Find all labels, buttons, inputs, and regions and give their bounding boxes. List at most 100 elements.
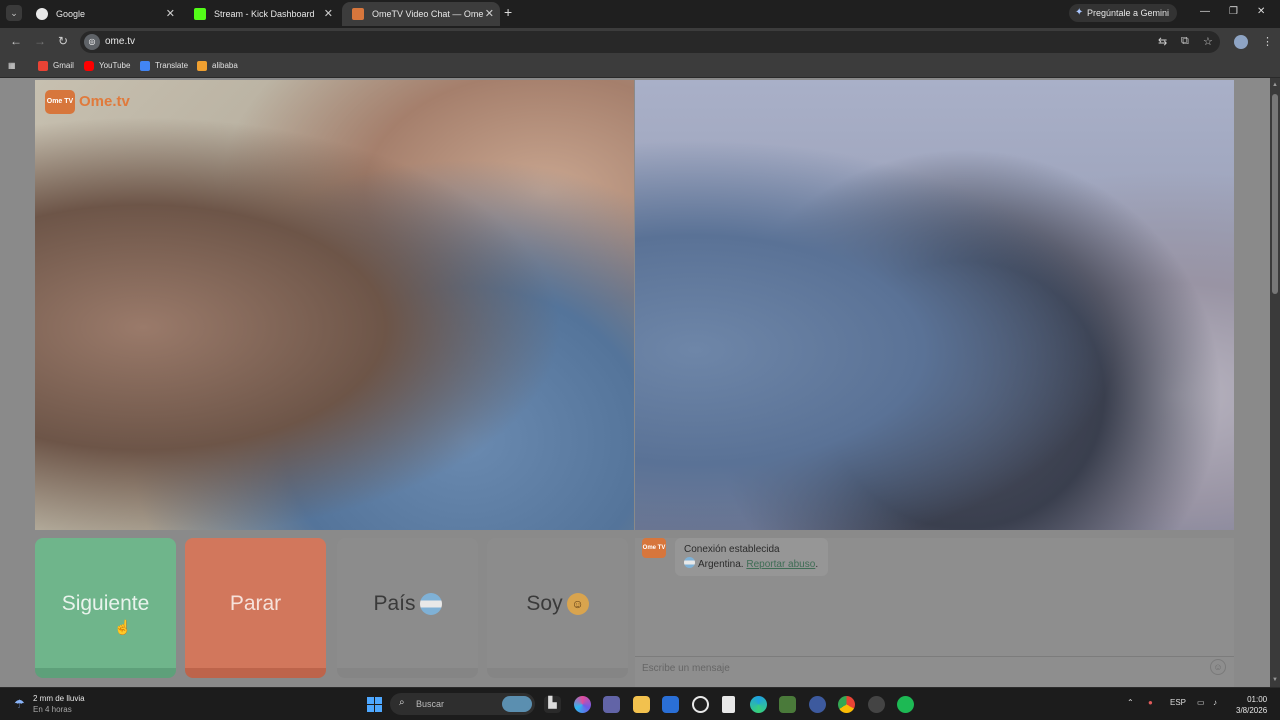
- next-button[interactable]: Siguiente: [35, 538, 176, 678]
- scroll-up-icon[interactable]: ▲: [1272, 82, 1278, 88]
- country-button-label: País: [373, 592, 416, 615]
- close-icon[interactable]: ✕: [166, 2, 175, 26]
- forward-icon[interactable]: →: [34, 34, 46, 48]
- obs-icon[interactable]: [868, 696, 885, 713]
- report-suffix: .: [815, 559, 819, 570]
- tab-strip: ⌄ Google ✕ Stream - Kick Dashboard ✕ Ome…: [0, 0, 1280, 28]
- task-view-icon[interactable]: ▙: [544, 696, 561, 713]
- profile-avatar[interactable]: [1234, 35, 1248, 49]
- ometv-icon: [352, 8, 364, 20]
- copilot-icon[interactable]: [574, 696, 591, 713]
- teams-icon[interactable]: [603, 696, 620, 713]
- chat-divider: [635, 656, 1234, 657]
- gemini-label: Pregúntale a Gemini: [1087, 8, 1170, 18]
- site-info-icon[interactable]: ◎: [84, 34, 100, 50]
- spotify-icon[interactable]: [897, 696, 914, 713]
- translate-icon[interactable]: ⇆: [1158, 35, 1167, 48]
- stop-button-label: Parar: [229, 592, 282, 615]
- edge-icon[interactable]: [750, 696, 767, 713]
- file-explorer-icon[interactable]: [633, 696, 650, 713]
- minimize-icon[interactable]: —: [1200, 6, 1210, 17]
- clock-time: 01:00: [1247, 695, 1268, 704]
- system-clock[interactable]: 01:00 3/8/2026: [1236, 694, 1267, 716]
- bookmarks-bar: ▦ Gmail YouTube Translate alibaba: [0, 56, 1280, 78]
- page-scrollbar[interactable]: ▲ ▼: [1270, 78, 1280, 687]
- bookmark-label: Translate: [155, 61, 189, 70]
- apps-grid-icon[interactable]: ▦: [8, 61, 16, 70]
- gender-button-label: Soy: [526, 592, 563, 615]
- tab-search-button[interactable]: ⌄: [6, 5, 22, 21]
- translate-app-icon: [140, 61, 150, 71]
- gmail-icon: [38, 61, 48, 71]
- kick-icon: [194, 8, 206, 20]
- tray-chevron-icon[interactable]: ⌃: [1127, 698, 1134, 707]
- tab-kick[interactable]: Stream - Kick Dashboard ✕: [184, 2, 339, 26]
- rain-icon: ☂: [14, 697, 25, 711]
- country-name: Argentina.: [698, 559, 744, 570]
- back-icon[interactable]: ←: [10, 34, 22, 48]
- bookmark-gmail[interactable]: Gmail: [38, 61, 74, 71]
- weather-summary: 2 mm de lluvia: [33, 694, 85, 703]
- restore-icon[interactable]: ❐: [1229, 6, 1238, 17]
- tab-ometv[interactable]: OmeTV Video Chat — Ome ✕: [342, 2, 500, 26]
- bookmark-alibaba[interactable]: alibaba: [197, 61, 238, 71]
- stop-button[interactable]: Parar: [185, 538, 326, 678]
- report-abuse-link[interactable]: Reportar abuso: [746, 559, 815, 570]
- install-app-icon[interactable]: ⧉: [1181, 35, 1189, 48]
- speaker-icon[interactable]: ♪: [1213, 698, 1217, 707]
- hand-cursor-icon: ☝: [114, 619, 132, 635]
- tab-google[interactable]: Google ✕: [26, 2, 181, 26]
- browser-toolbar: ← → ↻ ◎ ome.tv ⇆ ⧉ ☆ ⋮: [0, 28, 1280, 56]
- page-viewport: Ome TV Ome.tv Siguiente Parar País Soy ☺ …: [0, 78, 1270, 687]
- new-tab-icon[interactable]: +: [504, 4, 512, 20]
- close-icon[interactable]: ✕: [324, 2, 333, 26]
- window-close-icon[interactable]: ✕: [1257, 6, 1265, 17]
- connection-status: Conexión establecida: [684, 544, 780, 555]
- notepad-icon[interactable]: [722, 696, 735, 713]
- url-text: ome.tv: [105, 36, 136, 47]
- search-icon: ⌕: [399, 697, 405, 708]
- system-message: Conexión establecida Argentina. Reportar…: [675, 538, 829, 576]
- bookmark-label: YouTube: [99, 61, 131, 70]
- search-highlight-icon: [502, 696, 532, 712]
- tab-title: Stream - Kick Dashboard: [214, 9, 315, 19]
- menu-dots-icon[interactable]: ⋮: [1262, 35, 1273, 48]
- next-button-label: Siguiente: [61, 592, 150, 615]
- windows-start-icon[interactable]: [367, 697, 382, 712]
- taskbar-search[interactable]: ⌕ Buscar: [390, 693, 535, 715]
- logo-text: Ome.tv: [79, 93, 130, 110]
- gemini-button[interactable]: ✦ Pregúntale a Gemini: [1069, 4, 1178, 22]
- settings-gear-icon[interactable]: [809, 696, 826, 713]
- google-icon: [36, 8, 48, 20]
- gender-button[interactable]: Soy ☺: [487, 538, 628, 678]
- sparkle-icon: ✦: [1075, 7, 1084, 18]
- clock-date: 3/8/2026: [1236, 706, 1268, 715]
- weather-detail: En 4 horas: [33, 705, 72, 714]
- scrollbar-thumb[interactable]: [1272, 94, 1278, 294]
- reload-icon[interactable]: ↻: [58, 34, 68, 48]
- search-placeholder: Buscar: [416, 699, 445, 709]
- bookmark-youtube[interactable]: YouTube: [84, 61, 131, 71]
- tab-title: OmeTV Video Chat — Ome: [372, 9, 484, 19]
- chrome-icon[interactable]: [838, 696, 855, 713]
- monitor-icon[interactable]: ▭: [1197, 698, 1205, 707]
- local-video: [635, 80, 1234, 530]
- bookmark-star-icon[interactable]: ☆: [1203, 35, 1213, 48]
- language-indicator[interactable]: ESP: [1170, 698, 1186, 707]
- windows-taskbar: ☂ 2 mm de lluvia En 4 horas ⌕ Buscar ▙ ⌃…: [0, 687, 1280, 720]
- microphone-icon[interactable]: ●: [1148, 698, 1153, 707]
- address-bar[interactable]: ◎ ome.tv: [80, 31, 1220, 53]
- bookmark-translate[interactable]: Translate: [140, 61, 189, 71]
- country-button[interactable]: País: [337, 538, 478, 678]
- bookmark-label: alibaba: [212, 61, 238, 70]
- argentina-flag-icon: [684, 557, 695, 568]
- emoji-icon[interactable]: ☺: [1210, 659, 1226, 675]
- argentina-flag-icon: [419, 593, 442, 616]
- xbox-icon[interactable]: [692, 696, 709, 713]
- close-icon[interactable]: ✕: [485, 2, 494, 26]
- store-icon[interactable]: [662, 696, 679, 713]
- message-input[interactable]: [642, 660, 1202, 676]
- bookmark-label: Gmail: [53, 61, 74, 70]
- media-app-icon[interactable]: [779, 696, 796, 713]
- scroll-down-icon[interactable]: ▼: [1272, 677, 1278, 683]
